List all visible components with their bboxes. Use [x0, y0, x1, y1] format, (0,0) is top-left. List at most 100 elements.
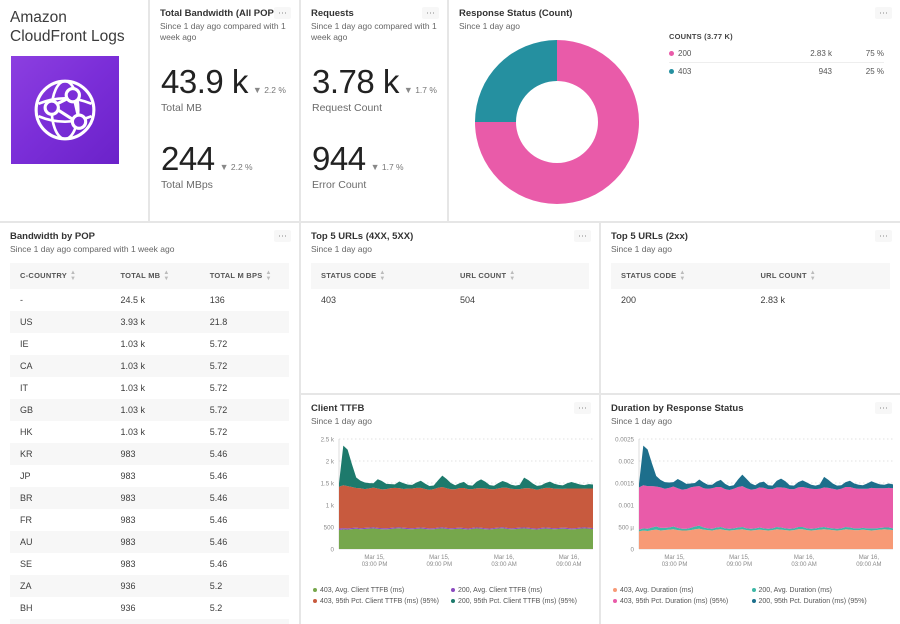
panel-menu-button[interactable]	[274, 230, 291, 242]
table-cell: 5.46	[200, 509, 289, 531]
bandwidth-by-pop-panel: Bandwidth by POP Since 1 day ago compare…	[0, 222, 300, 624]
panel-header: Client TTFB Since 1 day ago	[301, 395, 599, 427]
table-cell: SG	[10, 619, 110, 624]
column-header[interactable]: URL COUNT▲▼	[751, 263, 891, 289]
client-ttfb-panel: Client TTFB Since 1 day ago 05001 k1.5 k…	[300, 394, 600, 624]
legend-item[interactable]: 200, 95th Pct. Duration (ms) (95%)	[752, 597, 891, 608]
table-cell: 5.46	[200, 443, 289, 465]
table-row[interactable]: GB1.03 k5.72	[10, 399, 289, 421]
client-ttfb-legend: 403, Avg. Client TTFB (ms) 200, Avg. Clie…	[301, 584, 599, 608]
legend-label: 403, 95th Pct. Duration (ms) (95%)	[620, 598, 728, 605]
column-header[interactable]: URL COUNT▲▼	[450, 263, 589, 289]
panel-menu-button[interactable]	[422, 7, 439, 19]
metric-value: 944	[312, 142, 366, 175]
response-status-donut-chart[interactable]	[467, 32, 647, 212]
panel-subtitle: Since 1 day ago	[611, 416, 890, 427]
bandwidth-by-pop-table: C-COUNTRY▲▼TOTAL MB▲▼TOTAL M BPS▲▼ -24.5…	[10, 263, 289, 624]
legend-label: 200, Avg. Duration (ms)	[759, 587, 832, 594]
legend-label: 200, Avg. Client TTFB (ms)	[458, 587, 542, 594]
column-header[interactable]: STATUS CODE▲▼	[611, 263, 751, 289]
client-ttfb-area-chart[interactable]: 05001 k1.5 k2 k2.5 kMar 15,03:00 PMMar 1…	[301, 431, 599, 584]
metric-label: Total MBps	[161, 179, 299, 191]
table-row[interactable]: BH9365.2	[10, 597, 289, 619]
metric-value: 244	[161, 142, 215, 175]
table-row[interactable]: SG9365.2	[10, 619, 289, 624]
panel-menu-button[interactable]	[274, 7, 291, 19]
table-row[interactable]: 2002.83 k	[611, 289, 890, 311]
svg-text:Mar 16,: Mar 16,	[494, 555, 515, 561]
panel-subtitle: Since 1 day ago	[311, 416, 589, 427]
table-cell: 136	[200, 289, 289, 311]
panel-header: Total Bandwidth (All POPs) Since 1 day a…	[150, 0, 299, 43]
legend-item[interactable]: 403, 95th Pct. Duration (ms) (95%)	[613, 597, 752, 608]
column-header[interactable]: TOTAL M BPS▲▼	[200, 263, 289, 289]
table-cell: HK	[10, 421, 110, 443]
table-cell: IE	[10, 333, 110, 355]
table-row[interactable]: AU9835.46	[10, 531, 289, 553]
metric-request-count: 3.78 k ▼ 1.7 % Request Count	[301, 65, 447, 114]
legend-item[interactable]: 403, 95th Pct. Client TTFB (ms) (95%)	[313, 597, 451, 608]
table-row[interactable]: KR9835.46	[10, 443, 289, 465]
column-header[interactable]: STATUS CODE▲▼	[311, 263, 450, 289]
table-cell: 936	[110, 619, 199, 624]
panel-menu-button[interactable]	[875, 7, 892, 19]
table-cell: 936	[110, 597, 199, 619]
panel-menu-button[interactable]	[875, 230, 892, 242]
top-urls-2xx-panel: Top 5 URLs (2xx) Since 1 day ago STATUS …	[600, 222, 900, 394]
column-header[interactable]: TOTAL MB▲▼	[110, 263, 199, 289]
table-cell: 1.03 k	[110, 377, 199, 399]
legend-item[interactable]: 403, Avg. Client TTFB (ms)	[313, 586, 451, 597]
table-row[interactable]: SE9835.46	[10, 553, 289, 575]
legend-row[interactable]: 200 2.83 k 75 %	[669, 45, 884, 63]
legend-color-swatch	[613, 599, 617, 603]
column-header[interactable]: C-COUNTRY▲▼	[10, 263, 110, 289]
legend-item[interactable]: 403, Avg. Duration (ms)	[613, 586, 752, 597]
panel-header: Top 5 URLs (2xx) Since 1 day ago	[601, 223, 900, 255]
table-cell: 983	[110, 487, 199, 509]
duration-area-chart[interactable]: 0500 µ0.0010.00150.0020.0025Mar 15,03:00…	[601, 431, 900, 584]
legend-item[interactable]: 200, Avg. Duration (ms)	[752, 586, 891, 597]
svg-text:2.5 k: 2.5 k	[321, 437, 335, 444]
table-cell: SE	[10, 553, 110, 575]
legend-item[interactable]: 200, Avg. Client TTFB (ms)	[451, 586, 589, 597]
legend-item[interactable]: 200, 95th Pct. Client TTFB (ms) (95%)	[451, 597, 589, 608]
table-row[interactable]: BR9835.46	[10, 487, 289, 509]
svg-text:03:00 PM: 03:00 PM	[362, 562, 388, 568]
legend-row[interactable]: 403 943 25 %	[669, 63, 884, 81]
table-cell: IT	[10, 377, 110, 399]
table-row[interactable]: 403504	[311, 289, 589, 311]
legend-color-swatch	[752, 588, 756, 592]
table-cell: FR	[10, 509, 110, 531]
table-row[interactable]: IT1.03 k5.72	[10, 377, 289, 399]
legend-color-swatch	[669, 69, 674, 74]
panel-menu-button[interactable]	[875, 402, 892, 414]
panel-menu-button[interactable]	[574, 402, 591, 414]
panel-title: Total Bandwidth (All POPs)	[160, 8, 289, 20]
legend-label: 200, 95th Pct. Client TTFB (ms) (95%)	[458, 598, 577, 605]
table-cell: 5.46	[200, 553, 289, 575]
table-row[interactable]: HK1.03 k5.72	[10, 421, 289, 443]
svg-text:03:00 PM: 03:00 PM	[662, 562, 688, 568]
table-cell: 983	[110, 509, 199, 531]
legend-color-swatch	[669, 51, 674, 56]
table-row[interactable]: JP9835.46	[10, 465, 289, 487]
svg-text:0.002: 0.002	[619, 459, 635, 466]
table-row[interactable]: FR9835.46	[10, 509, 289, 531]
panel-menu-button[interactable]	[574, 230, 591, 242]
page-title: Amazon CloudFront Logs	[0, 0, 148, 47]
table-cell: 983	[110, 553, 199, 575]
table-cell: 5.72	[200, 333, 289, 355]
panel-title: Client TTFB	[311, 403, 589, 415]
svg-text:03:00 AM: 03:00 AM	[491, 562, 516, 568]
table-cell: BH	[10, 597, 110, 619]
table-row[interactable]: IE1.03 k5.72	[10, 333, 289, 355]
table-row[interactable]: CA1.03 k5.72	[10, 355, 289, 377]
table-row[interactable]: -24.5 k136	[10, 289, 289, 311]
table-cell: 21.8	[200, 311, 289, 333]
table-row[interactable]: US3.93 k21.8	[10, 311, 289, 333]
top-urls-4xx-table: STATUS CODE▲▼URL COUNT▲▼ 403504	[311, 263, 589, 311]
table-cell: JP	[10, 465, 110, 487]
table-row[interactable]: ZA9365.2	[10, 575, 289, 597]
panel-title: Top 5 URLs (2xx)	[611, 231, 890, 243]
table-cell: -	[10, 289, 110, 311]
